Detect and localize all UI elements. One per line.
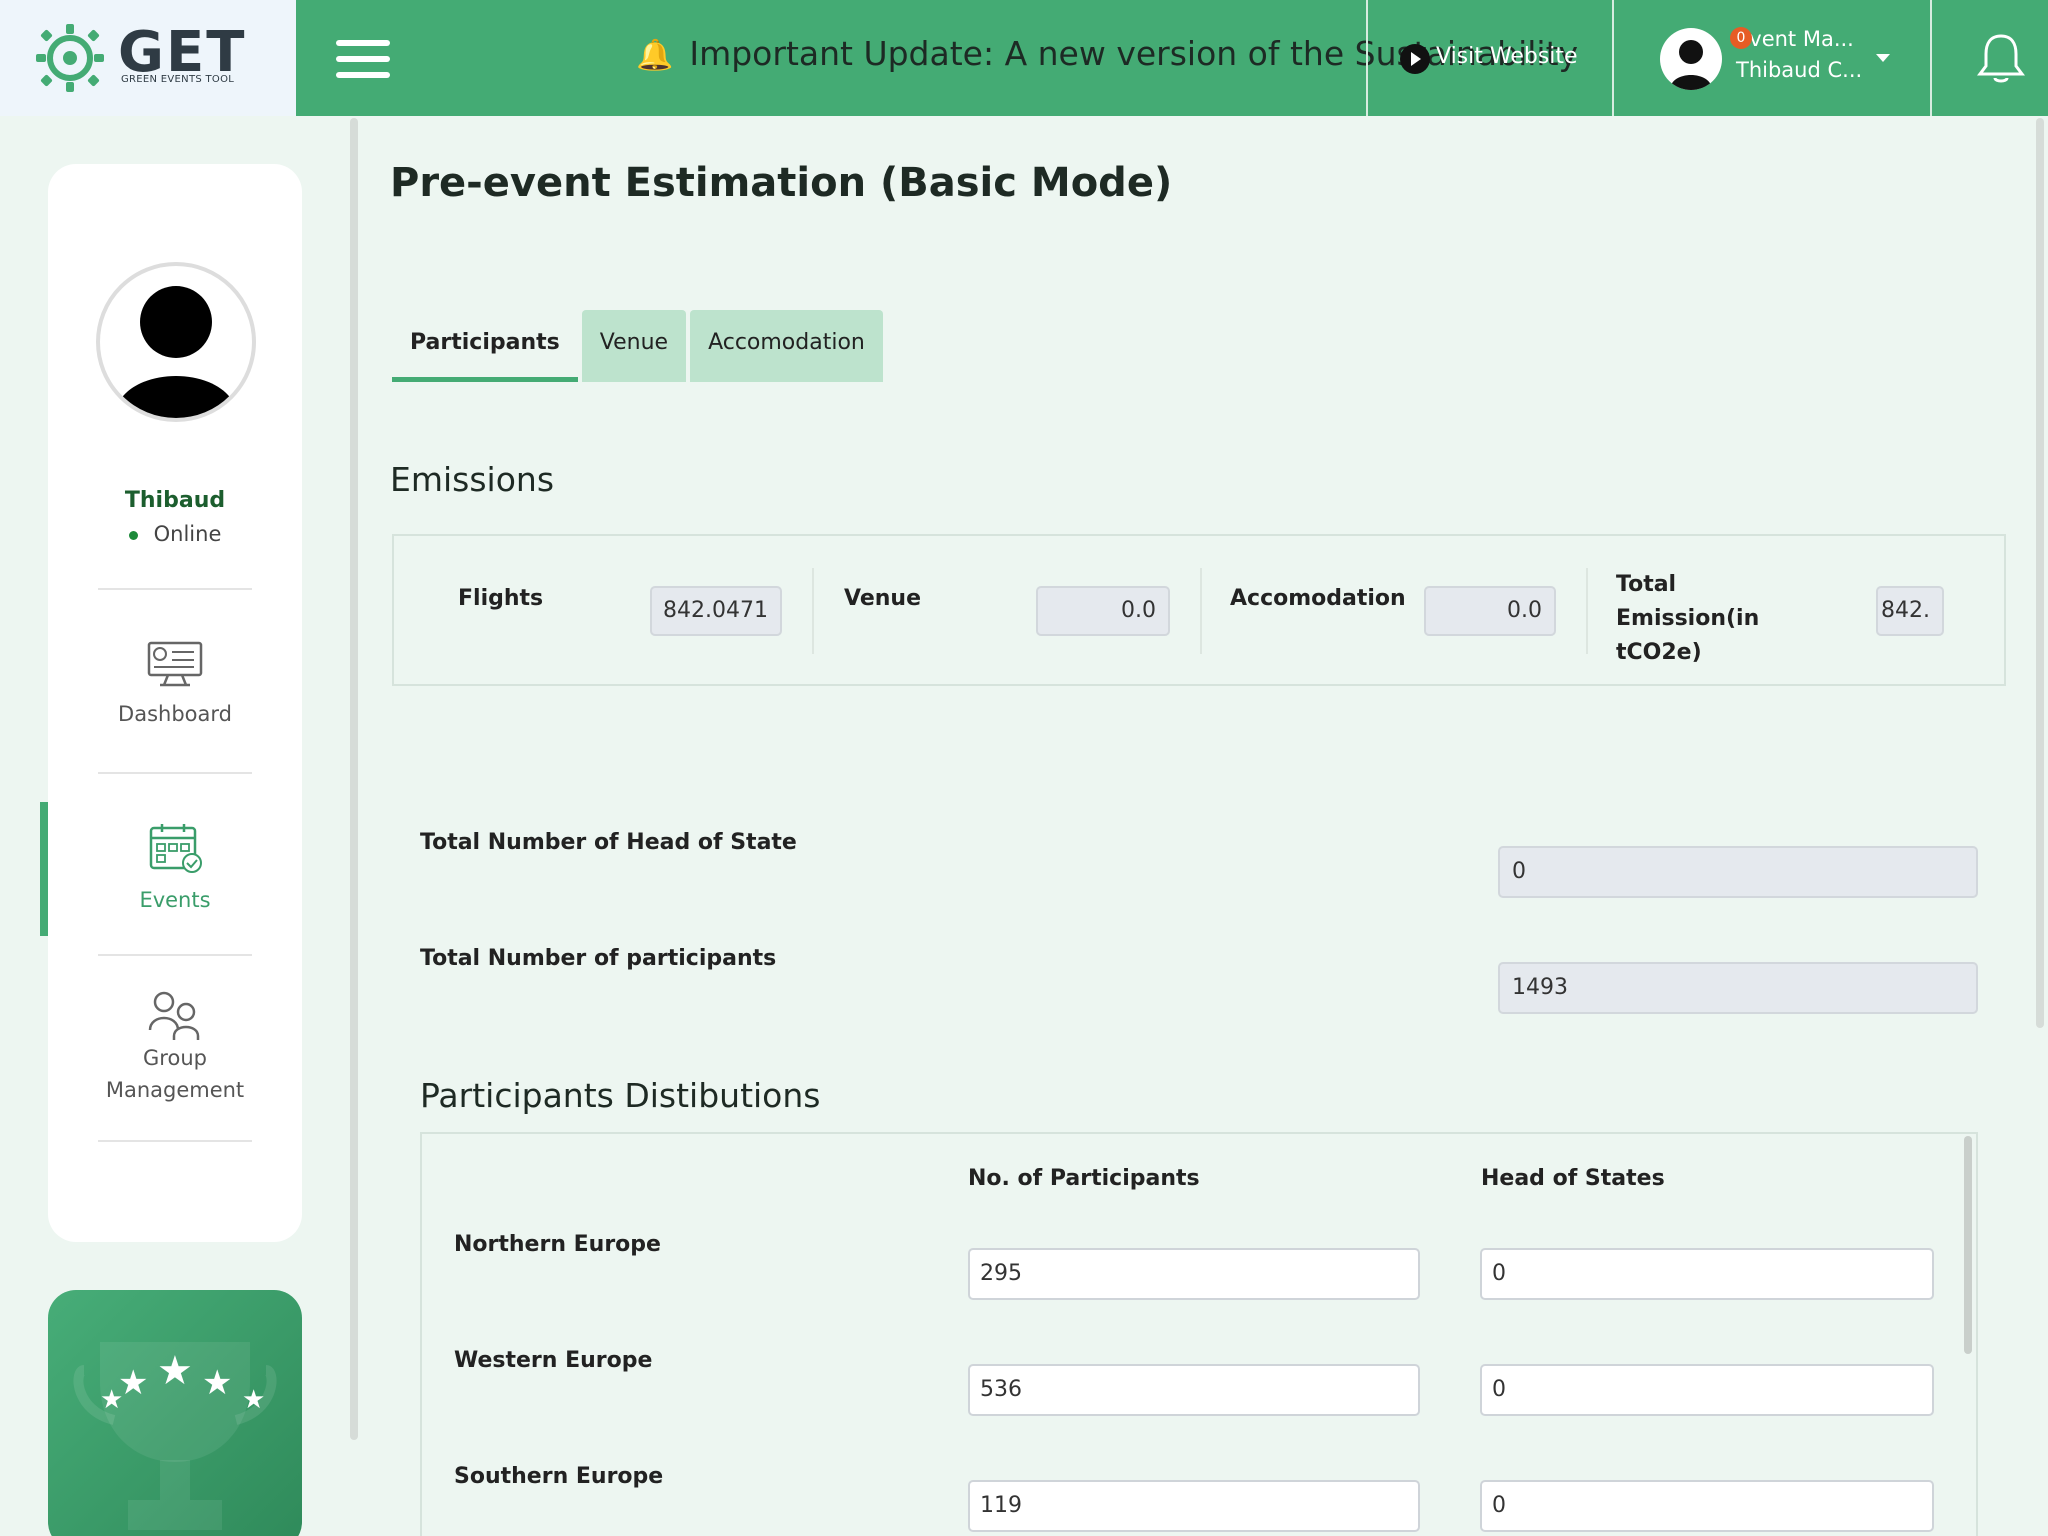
sidebar-item-dashboard[interactable]: Dashboard: [48, 640, 302, 726]
region-label: Southern Europe: [454, 1464, 664, 1489]
emission-label-accomodation: Accomodation: [1230, 586, 1406, 611]
user-name[interactable]: Thibaud C...: [1736, 58, 1862, 82]
dashboard-icon: [147, 641, 203, 687]
distributions-heading: Participants Distibutions: [420, 1076, 821, 1115]
calendar-icon: [149, 824, 202, 873]
divider: [98, 588, 252, 590]
tab-participants[interactable]: Participants: [392, 310, 578, 382]
trophy-icon: ★ ★ ★ ★ ★: [73, 1342, 277, 1530]
menu-toggle-icon[interactable]: [336, 40, 390, 78]
divider: [98, 772, 252, 774]
participants-total-label: Total Number of participants: [420, 946, 777, 971]
heads-input[interactable]: 0: [1480, 1248, 1934, 1300]
notification-badge: 0: [1730, 27, 1752, 49]
visit-website-link[interactable]: Visit Website: [1436, 44, 1578, 69]
heads-input[interactable]: 0: [1480, 1480, 1934, 1532]
bell-icon[interactable]: [1974, 30, 2028, 86]
head-of-state-label: Total Number of Head of State: [420, 830, 797, 855]
svg-text:★: ★: [118, 1363, 148, 1403]
page-title: Pre-event Estimation (Basic Mode): [390, 160, 1173, 206]
divider: [1200, 568, 1202, 654]
tab-accomodation[interactable]: Accomodation: [690, 310, 883, 382]
award-card: ★ ★ ★ ★ ★: [48, 1290, 302, 1536]
emission-value-flights: 842.0471: [650, 586, 782, 636]
status-dot: [128, 530, 138, 540]
emissions-panel: Flights 842.0471 Venue 0.0 Accomodation …: [392, 534, 2006, 686]
user-avatar[interactable]: [1660, 28, 1722, 90]
participants-input[interactable]: 119: [968, 1480, 1420, 1532]
logo-tagline: GREEN EVENTS TOOL: [121, 74, 235, 85]
bell-emoji-icon: 🔔: [636, 38, 674, 73]
play-icon[interactable]: [1400, 44, 1430, 74]
distributions-scrollbar[interactable]: [1964, 1136, 1972, 1354]
col-header-heads: Head of States: [1481, 1166, 1665, 1191]
divider: [98, 954, 252, 956]
group-icon: [148, 991, 200, 1040]
chevron-down-icon[interactable]: [1876, 54, 1890, 62]
profile-avatar: [96, 262, 256, 422]
svg-text:★: ★: [157, 1348, 193, 1394]
sidebar: Thibaud Online Dashboard Events Group Ma…: [48, 164, 302, 1242]
logo[interactable]: GET GREEN EVENTS TOOL: [0, 0, 296, 116]
emission-value-venue: 0.0: [1036, 586, 1170, 636]
main-scrollbar[interactable]: [2036, 118, 2044, 1028]
emission-label-flights: Flights: [458, 586, 544, 611]
participants-total-field: 1493: [1498, 962, 1978, 1014]
user-silhouette-icon: [114, 286, 238, 418]
svg-text:★: ★: [202, 1363, 232, 1403]
emission-value-total: 842.: [1876, 586, 1944, 636]
sidebar-scrollbar[interactable]: [350, 118, 358, 1440]
header-divider: [1930, 0, 1932, 116]
emission-value-accomodation: 0.0: [1424, 586, 1556, 636]
svg-text:★: ★: [242, 1385, 265, 1415]
sidebar-item-group-management[interactable]: Group Management: [48, 988, 302, 1106]
emissions-heading: Emissions: [390, 460, 555, 499]
profile-status: Online: [48, 522, 302, 546]
divider: [1586, 568, 1588, 654]
sidebar-item-label: Dashboard: [118, 702, 232, 726]
col-header-participants: No. of Participants: [968, 1166, 1200, 1191]
top-bar: 🔔 Important Update: A new version of the …: [296, 0, 2048, 116]
emission-label-total: Total Emission(in tCO2e): [1616, 572, 1760, 665]
gear-logo-icon: [36, 24, 104, 92]
status-text: Online: [153, 522, 222, 546]
sidebar-item-label: Events: [139, 888, 211, 912]
emission-label-venue: Venue: [844, 586, 921, 611]
tab-bar: Participants Venue Accomodation: [392, 310, 887, 382]
user-silhouette-icon: [1670, 40, 1712, 90]
region-label: Western Europe: [454, 1348, 653, 1373]
sidebar-item-events[interactable]: Events: [48, 822, 302, 912]
divider: [98, 1140, 252, 1142]
region-label: Northern Europe: [454, 1232, 661, 1257]
tab-venue[interactable]: Venue: [581, 310, 687, 382]
header-divider: [1612, 0, 1614, 116]
active-nav-indicator: [40, 802, 48, 936]
participants-input[interactable]: 295: [968, 1248, 1420, 1300]
user-role[interactable]: Event Ma...: [1736, 27, 1854, 51]
divider: [812, 568, 814, 654]
head-of-state-field: 0: [1498, 846, 1978, 898]
participants-input[interactable]: 536: [968, 1364, 1420, 1416]
heads-input[interactable]: 0: [1480, 1364, 1934, 1416]
profile-name: Thibaud: [124, 488, 226, 513]
sidebar-item-label: Group Management: [105, 1046, 245, 1102]
header-divider: [1366, 0, 1368, 116]
